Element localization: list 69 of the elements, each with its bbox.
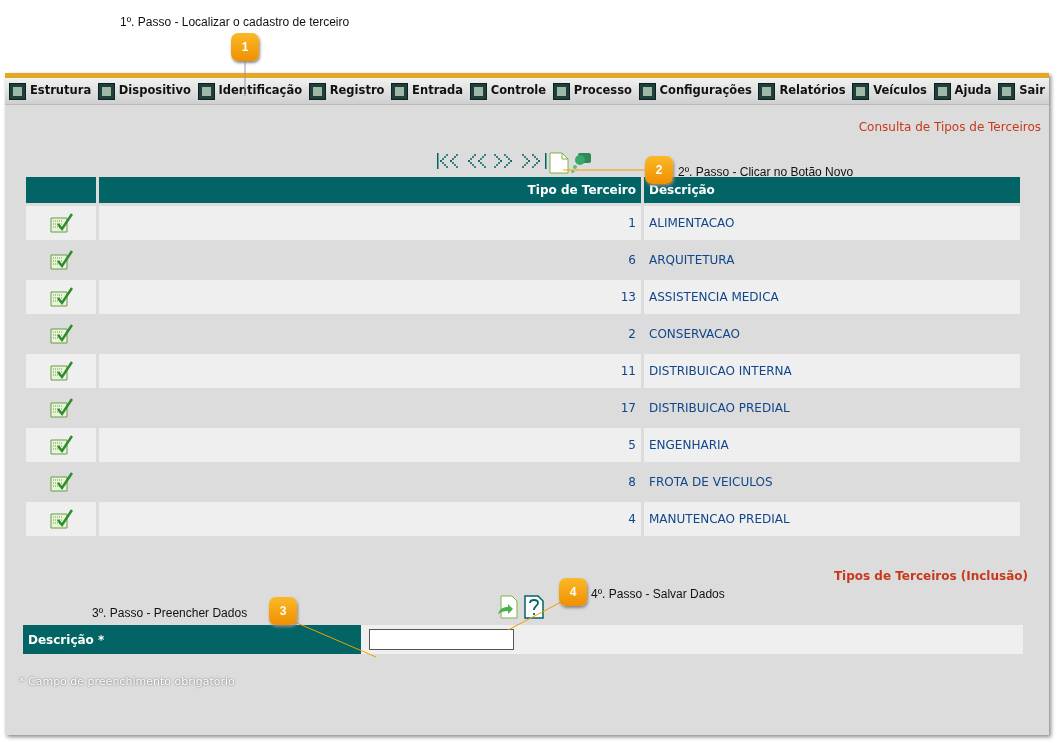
edit-checkmark-icon[interactable] [49,508,73,530]
table-cell: MANUTENCAO PREDIAL [644,502,1020,536]
column-header[interactable]: Descrição [644,177,1020,203]
table-cell: ALIMENTACAO [644,206,1020,240]
step-number-badge: 2 [645,156,673,184]
form-title: Tipos de Terceiros (Inclusão) [833,568,1028,585]
table-cell: 11 [99,354,641,388]
menu-item[interactable]: Controle [490,82,547,100]
menu-item[interactable]: Identificação [218,82,303,100]
tile-icon[interactable] [758,82,776,100]
menu-item[interactable]: Registro [329,82,385,100]
table-cell: 1 [99,206,641,240]
edit-checkmark-icon[interactable] [49,212,73,234]
menu-item[interactable]: Entrada [412,82,464,100]
page-title: Consulta de Tipos de Terceiros [858,119,1041,136]
tile-icon[interactable] [9,82,26,100]
table-cell-text: 6 [627,252,637,269]
table-cell-text: CONSERVACAO [648,326,741,343]
menu-item[interactable]: Processo [573,82,632,100]
edit-checkmark-icon[interactable] [49,286,73,308]
tile-icon[interactable] [469,82,487,100]
tile-icon[interactable] [638,82,656,100]
menu-item[interactable]: Estrutura [30,82,92,100]
edit-checkmark-icon[interactable] [49,397,73,419]
tile-icon[interactable] [933,82,951,100]
table-cell-text: DISTRIBUICAO PREDIAL [648,400,791,417]
field-label: Descrição * [23,625,361,654]
table-cell: ENGENHARIA [644,428,1020,462]
table-cell: 5 [99,428,641,462]
step-number-badge: 1 [231,33,259,61]
table-cell-text: ARQUITETURA [648,252,736,269]
menu-item[interactable]: Ajuda [954,82,992,100]
table-cell-text: 2 [627,326,637,343]
edit-checkmark-icon[interactable] [49,323,73,345]
edit-checkmark-icon[interactable] [49,249,73,271]
tile-icon[interactable] [197,82,215,100]
tile-icon[interactable] [552,82,570,100]
table-cell-text: 8 [627,474,637,491]
step-caption: 3º. Passo - Preencher Dados [92,605,248,622]
tile-icon[interactable] [998,82,1016,100]
table-cell: 4 [99,502,641,536]
table-cell-text: 17 [619,400,637,417]
shapes-icon[interactable] [571,152,593,174]
tile-icon[interactable] [97,82,115,100]
input-field[interactable] [369,629,514,650]
menu-item[interactable]: Relatórios [779,82,846,100]
step-number-badge: 4 [559,578,587,606]
table-cell: 13 [99,280,641,314]
step-number-badge: 3 [269,597,297,625]
tile-icon[interactable] [391,82,409,100]
menu-item[interactable]: Dispositivo [118,82,191,100]
step-caption: 1º. Passo - Localizar o cadastro de terceiro [120,14,350,31]
table-header [26,177,96,203]
edit-checkmark-icon[interactable] [49,434,73,456]
column-header[interactable]: Tipo de Terceiro [99,177,641,203]
edit-checkmark-icon[interactable] [49,471,73,493]
table-cell: ASSISTENCIA MEDICA [644,280,1020,314]
table-cell: DISTRIBUICAO INTERNA [644,354,1020,388]
table-cell-text: FROTA DE VEICULOS [648,474,774,491]
step-caption: 4º. Passo - Salvar Dados [591,586,725,603]
help-document-icon[interactable] [523,595,545,619]
menu-item[interactable]: Sair [1019,82,1045,100]
edit-checkmark-icon[interactable] [49,360,73,382]
tile-icon[interactable] [852,82,870,100]
last-page-icon[interactable] [521,152,547,170]
leader-line [244,60,246,97]
tile-icon[interactable] [308,82,326,100]
menu-item[interactable]: Configurações [659,82,752,100]
menu-item[interactable]: Veículos [873,82,927,100]
